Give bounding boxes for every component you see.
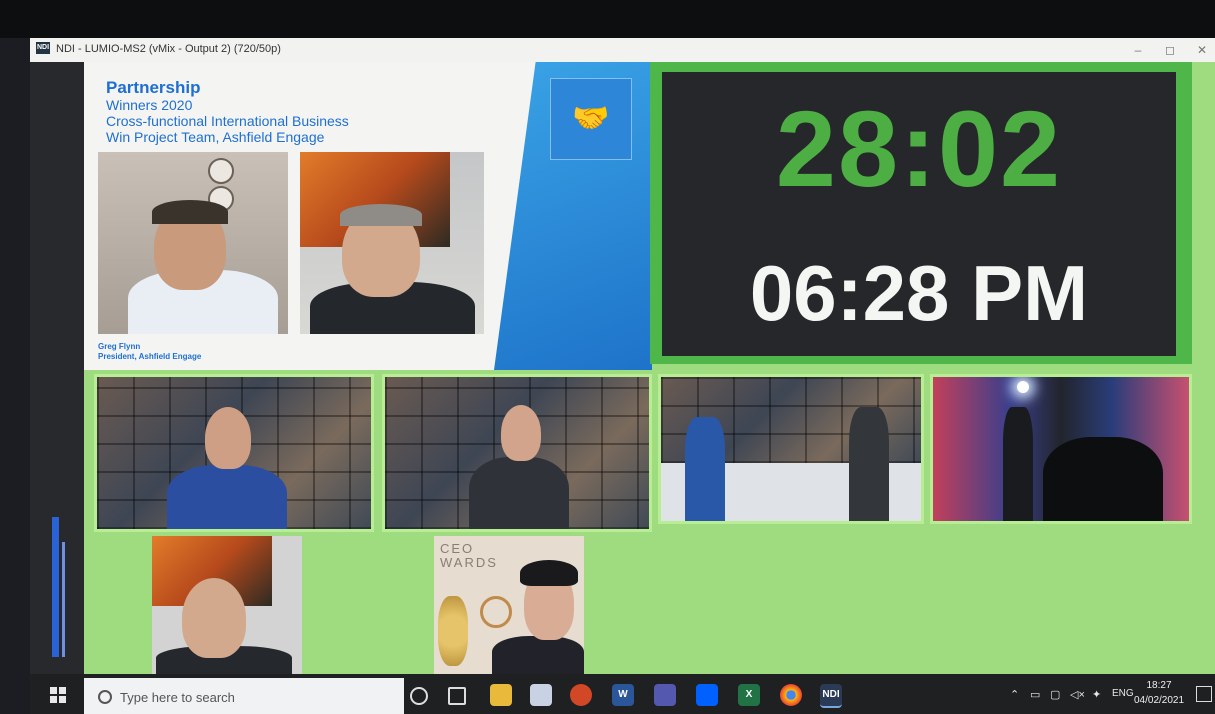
- suit: [469, 457, 569, 529]
- taskbar-search-box[interactable]: Type here to search: [84, 678, 404, 714]
- minimize-button[interactable]: –: [1124, 41, 1152, 59]
- file-explorer-icon[interactable]: [490, 684, 512, 706]
- clock-panel: 28:02 06:28 PM: [650, 62, 1192, 364]
- video-tile-2: [382, 374, 652, 532]
- presenter-face: [501, 405, 541, 461]
- snipping-icon[interactable]: [530, 684, 552, 706]
- lower-third-name: Greg Flynn: [98, 342, 141, 351]
- network-icon[interactable]: ▭: [1030, 688, 1040, 701]
- speaker-face: [182, 578, 246, 658]
- hair: [152, 200, 228, 224]
- chrome-icon[interactable]: [780, 684, 802, 706]
- window-titlebar[interactable]: NDI NDI - LUMIO-MS2 (vMix - Output 2) (7…: [30, 38, 1215, 63]
- award-panel: 🤝 Partnership Winners 2020 Cross-functio…: [84, 62, 652, 370]
- suit: [167, 465, 287, 529]
- taskbar-date: 04/02/2021: [1134, 695, 1185, 706]
- lower-third-role: President, Ashfield Engage: [98, 352, 202, 361]
- audio-meter: [52, 517, 59, 657]
- screen: NDI NDI - LUMIO-MS2 (vMix - Output 2) (7…: [30, 38, 1215, 714]
- ring-decoration: [480, 596, 512, 628]
- presenter-face: [205, 407, 251, 469]
- display-icon[interactable]: ▢: [1050, 688, 1060, 701]
- taskbar-time: 18:27: [1146, 680, 1172, 691]
- speaker-video-2: [300, 152, 484, 334]
- handshake-icon: 🤝: [550, 78, 632, 160]
- video-tile-3: [658, 374, 924, 524]
- presenter-2: [849, 407, 889, 521]
- close-button[interactable]: ✕: [1188, 41, 1215, 59]
- ndi-app-icon: NDI: [36, 42, 50, 54]
- hair: [520, 560, 578, 586]
- presenter-1: [685, 417, 725, 521]
- task-view-icon[interactable]: [448, 687, 466, 705]
- language-indicator[interactable]: ENG: [1112, 688, 1134, 699]
- spotlight: [1017, 381, 1029, 393]
- current-time: 06:28 PM: [749, 249, 1089, 337]
- audio-meter-secondary: [62, 542, 65, 657]
- excel-icon[interactable]: X: [738, 684, 760, 706]
- silhouette: [1043, 437, 1163, 521]
- teams-icon[interactable]: [654, 684, 676, 706]
- presenter: [1003, 407, 1033, 521]
- award-line-3: Win Project Team, Ashfield Engage: [106, 129, 325, 145]
- video-tile-5: [152, 536, 302, 674]
- jacket: [492, 636, 584, 674]
- left-panel: [30, 62, 84, 674]
- window-title: NDI - LUMIO-MS2 (vMix - Output 2) (720/5…: [56, 43, 281, 55]
- dropbox-icon[interactable]: [696, 684, 718, 706]
- search-placeholder: Type here to search: [120, 690, 235, 705]
- wall-clock-icon: [208, 158, 234, 184]
- ndi-icon[interactable]: NDI: [820, 684, 842, 708]
- speaker-video-1: [98, 152, 288, 334]
- video-output: 🤝 Partnership Winners 2020 Cross-functio…: [84, 62, 1215, 674]
- maximize-button[interactable]: ◻: [1156, 41, 1184, 59]
- video-tile-4: [930, 374, 1192, 524]
- dropbox-tray-icon[interactable]: ✦: [1092, 688, 1101, 701]
- backdrop-text: CEO WARDS: [440, 541, 498, 570]
- video-tile-1: [94, 374, 374, 532]
- taskbar: Type here to search W X NDI ⌃ ▭ ▢ ◁× ✦ E…: [30, 674, 1215, 714]
- notification-icon[interactable]: [1196, 686, 1212, 702]
- chevron-up-icon[interactable]: ⌃: [1010, 688, 1019, 701]
- countdown-timer: 28:02: [775, 88, 1063, 209]
- gold-balloons: [438, 596, 468, 666]
- award-line-2: Cross-functional International Business: [106, 113, 349, 129]
- award-heading: Partnership: [106, 78, 201, 97]
- volume-icon[interactable]: ◁×: [1070, 688, 1085, 701]
- word-icon[interactable]: W: [612, 684, 634, 706]
- video-tile-6: CEO WARDS: [434, 536, 584, 674]
- hair: [340, 204, 422, 226]
- award-line-1: Winners 2020: [106, 97, 193, 113]
- windows-start-icon[interactable]: [50, 687, 66, 703]
- clock-display: 28:02 06:28 PM: [662, 72, 1176, 356]
- search-icon: [98, 690, 112, 704]
- cortana-icon[interactable]: [410, 687, 428, 705]
- taskbar-clock[interactable]: 18:27 04/02/2021: [1134, 678, 1184, 708]
- powerpoint-icon[interactable]: [570, 684, 592, 706]
- monitor-bezel: [0, 0, 1215, 38]
